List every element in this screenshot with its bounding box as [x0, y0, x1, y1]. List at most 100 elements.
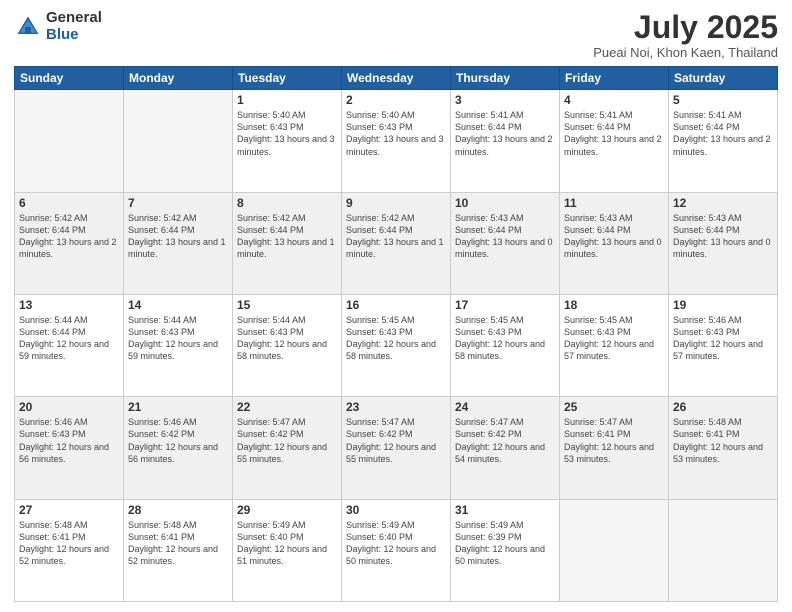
day-number: 29	[237, 503, 337, 517]
day-info: Sunrise: 5:49 AM Sunset: 6:40 PM Dayligh…	[237, 519, 337, 568]
table-row: 18 Sunrise: 5:45 AM Sunset: 6:43 PM Dayli…	[560, 294, 669, 396]
table-row: 25 Sunrise: 5:47 AM Sunset: 6:41 PM Dayli…	[560, 397, 669, 499]
day-number: 22	[237, 400, 337, 414]
table-row: 21Sunrise: 5:46 AM Sunset: 6:42 PM Dayli…	[124, 397, 233, 499]
table-row: 1 Sunrise: 5:40 AM Sunset: 6:43 PM Daylig…	[233, 90, 342, 192]
day-info: Sunrise: 5:45 AM Sunset: 6:43 PM Dayligh…	[346, 314, 446, 363]
logo-blue: Blue	[46, 26, 79, 43]
col-monday: Monday	[124, 67, 233, 90]
table-row: 11 Sunrise: 5:43 AM Sunset: 6:44 PM Dayli…	[560, 192, 669, 294]
day-number: 14	[128, 298, 228, 312]
day-number: 28	[128, 503, 228, 517]
col-sunday: Sunday	[15, 67, 124, 90]
table-row: 29 Sunrise: 5:49 AM Sunset: 6:40 PM Dayli…	[233, 499, 342, 601]
day-number: 21	[128, 400, 228, 414]
day-number: 23	[346, 400, 446, 414]
table-row: 26 Sunrise: 5:48 AM Sunset: 6:41 PM Dayli…	[669, 397, 778, 499]
day-info: Sunrise: 5:40 AM Sunset: 6:43 PM Dayligh…	[237, 109, 337, 158]
day-info: Sunrise: 5:48 AM Sunset: 6:41 PM Dayligh…	[128, 519, 228, 568]
day-number: 26	[673, 400, 773, 414]
day-number: 13	[19, 298, 119, 312]
table-row: 6Sunrise: 5:42 AM Sunset: 6:44 PM Daylig…	[15, 192, 124, 294]
table-row: 13 Sunrise: 5:44 AM Sunset: 6:44 PM Dayli…	[15, 294, 124, 396]
day-info: Sunrise: 5:48 AM Sunset: 6:41 PM Dayligh…	[673, 416, 773, 465]
day-number: 9	[346, 196, 446, 210]
day-number: 10	[455, 196, 555, 210]
table-row	[560, 499, 669, 601]
table-row: 10 Sunrise: 5:43 AM Sunset: 6:44 PM Dayli…	[451, 192, 560, 294]
day-info: Sunrise: 5:44 AM Sunset: 6:44 PM Dayligh…	[19, 314, 119, 363]
day-number: 15	[237, 298, 337, 312]
day-number: 17	[455, 298, 555, 312]
day-number: 8	[237, 196, 337, 210]
table-row: 4 Sunrise: 5:41 AM Sunset: 6:44 PM Daylig…	[560, 90, 669, 192]
table-row: 28 Sunrise: 5:48 AM Sunset: 6:41 PM Dayli…	[124, 499, 233, 601]
day-info: Sunrise: 5:43 AM Sunset: 6:44 PM Dayligh…	[673, 212, 773, 261]
day-info: Sunrise: 5:44 AM Sunset: 6:43 PM Dayligh…	[128, 314, 228, 363]
day-info: Sunrise: 5:47 AM Sunset: 6:41 PM Dayligh…	[564, 416, 664, 465]
day-info: Sunrise: 5:46 AM Sunset: 6:43 PM Dayligh…	[19, 416, 119, 465]
table-row: 16 Sunrise: 5:45 AM Sunset: 6:43 PM Dayli…	[342, 294, 451, 396]
table-row: 31Sunrise: 5:49 AM Sunset: 6:39 PM Dayli…	[451, 499, 560, 601]
calendar-week-row: 13 Sunrise: 5:44 AM Sunset: 6:44 PM Dayli…	[15, 294, 778, 396]
day-number: 31	[455, 503, 555, 517]
table-row: 19Sunrise: 5:46 AM Sunset: 6:43 PM Dayli…	[669, 294, 778, 396]
table-row: 15 Sunrise: 5:44 AM Sunset: 6:43 PM Dayli…	[233, 294, 342, 396]
table-row: 20Sunrise: 5:46 AM Sunset: 6:43 PM Dayli…	[15, 397, 124, 499]
title-block: July 2025 Pueai Noi, Khon Kaen, Thailand	[593, 10, 778, 60]
table-row: 8 Sunrise: 5:42 AM Sunset: 6:44 PM Daylig…	[233, 192, 342, 294]
logo-icon	[14, 13, 42, 41]
day-info: Sunrise: 5:43 AM Sunset: 6:44 PM Dayligh…	[455, 212, 555, 261]
day-number: 30	[346, 503, 446, 517]
day-info: Sunrise: 5:41 AM Sunset: 6:44 PM Dayligh…	[564, 109, 664, 158]
day-info: Sunrise: 5:42 AM Sunset: 6:44 PM Dayligh…	[128, 212, 228, 261]
day-info: Sunrise: 5:44 AM Sunset: 6:43 PM Dayligh…	[237, 314, 337, 363]
day-number: 19	[673, 298, 773, 312]
day-number: 11	[564, 196, 664, 210]
logo-general: General	[46, 9, 102, 26]
day-info: Sunrise: 5:49 AM Sunset: 6:40 PM Dayligh…	[346, 519, 446, 568]
day-number: 1	[237, 93, 337, 107]
header: General Blue July 2025 Pueai Noi, Khon K…	[14, 10, 778, 60]
table-row: 5Sunrise: 5:41 AM Sunset: 6:44 PM Daylig…	[669, 90, 778, 192]
table-row	[124, 90, 233, 192]
day-info: Sunrise: 5:47 AM Sunset: 6:42 PM Dayligh…	[455, 416, 555, 465]
table-row: 12 Sunrise: 5:43 AM Sunset: 6:44 PM Dayli…	[669, 192, 778, 294]
day-number: 16	[346, 298, 446, 312]
day-info: Sunrise: 5:42 AM Sunset: 6:44 PM Dayligh…	[19, 212, 119, 261]
day-info: Sunrise: 5:42 AM Sunset: 6:44 PM Dayligh…	[237, 212, 337, 261]
day-info: Sunrise: 5:47 AM Sunset: 6:42 PM Dayligh…	[346, 416, 446, 465]
day-number: 4	[564, 93, 664, 107]
table-row: 17 Sunrise: 5:45 AM Sunset: 6:43 PM Dayli…	[451, 294, 560, 396]
col-tuesday: Tuesday	[233, 67, 342, 90]
location-subtitle: Pueai Noi, Khon Kaen, Thailand	[593, 45, 778, 60]
logo: General Blue	[14, 10, 102, 43]
day-info: Sunrise: 5:45 AM Sunset: 6:43 PM Dayligh…	[564, 314, 664, 363]
day-info: Sunrise: 5:40 AM Sunset: 6:43 PM Dayligh…	[346, 109, 446, 158]
calendar-week-row: 20Sunrise: 5:46 AM Sunset: 6:43 PM Dayli…	[15, 397, 778, 499]
calendar-week-row: 27 Sunrise: 5:48 AM Sunset: 6:41 PM Dayli…	[15, 499, 778, 601]
table-row: 22Sunrise: 5:47 AM Sunset: 6:42 PM Dayli…	[233, 397, 342, 499]
day-number: 7	[128, 196, 228, 210]
day-number: 24	[455, 400, 555, 414]
table-row	[669, 499, 778, 601]
day-number: 12	[673, 196, 773, 210]
table-row: 2Sunrise: 5:40 AM Sunset: 6:43 PM Daylig…	[342, 90, 451, 192]
table-row: 30 Sunrise: 5:49 AM Sunset: 6:40 PM Dayli…	[342, 499, 451, 601]
col-saturday: Saturday	[669, 67, 778, 90]
day-number: 25	[564, 400, 664, 414]
table-row: 7 Sunrise: 5:42 AM Sunset: 6:44 PM Daylig…	[124, 192, 233, 294]
day-info: Sunrise: 5:48 AM Sunset: 6:41 PM Dayligh…	[19, 519, 119, 568]
table-row: 14 Sunrise: 5:44 AM Sunset: 6:43 PM Dayli…	[124, 294, 233, 396]
day-info: Sunrise: 5:43 AM Sunset: 6:44 PM Dayligh…	[564, 212, 664, 261]
calendar-header-row: Sunday Monday Tuesday Wednesday Thursday…	[15, 67, 778, 90]
day-number: 18	[564, 298, 664, 312]
day-number: 27	[19, 503, 119, 517]
table-row	[15, 90, 124, 192]
col-thursday: Thursday	[451, 67, 560, 90]
table-row: 27 Sunrise: 5:48 AM Sunset: 6:41 PM Dayli…	[15, 499, 124, 601]
table-row: 9Sunrise: 5:42 AM Sunset: 6:44 PM Daylig…	[342, 192, 451, 294]
table-row: 24 Sunrise: 5:47 AM Sunset: 6:42 PM Dayli…	[451, 397, 560, 499]
calendar-week-row: 1 Sunrise: 5:40 AM Sunset: 6:43 PM Daylig…	[15, 90, 778, 192]
day-info: Sunrise: 5:45 AM Sunset: 6:43 PM Dayligh…	[455, 314, 555, 363]
